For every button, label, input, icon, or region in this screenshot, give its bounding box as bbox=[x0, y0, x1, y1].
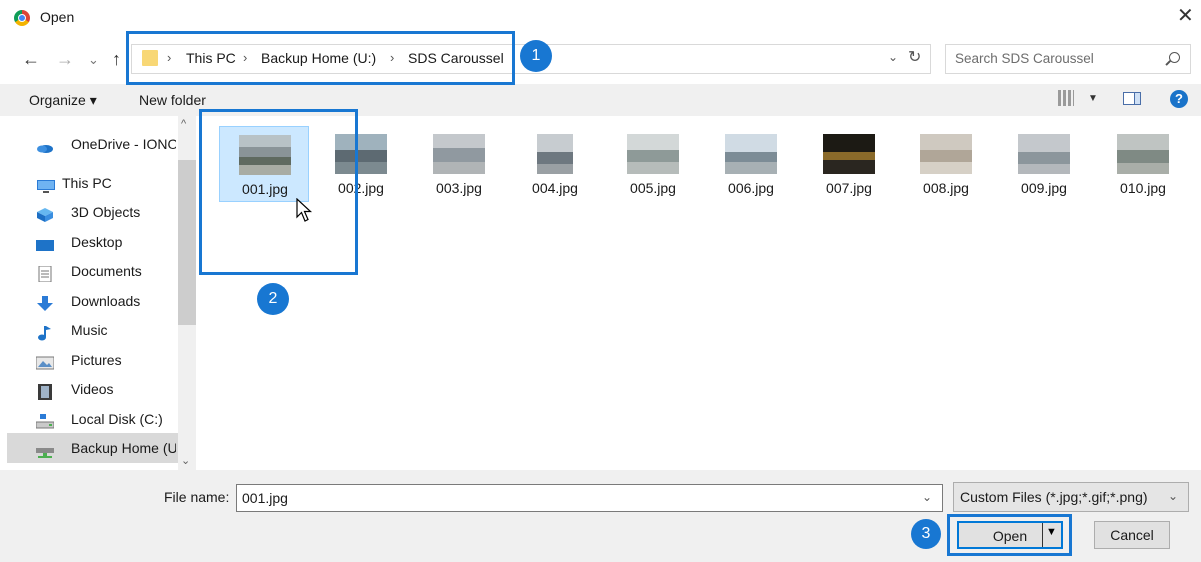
image-thumbnail bbox=[627, 134, 679, 174]
nav-item-downloads[interactable]: Downloads bbox=[36, 287, 176, 315]
image-thumbnail bbox=[1018, 134, 1070, 174]
search-icon[interactable] bbox=[1169, 52, 1180, 63]
nav-item-label: Documents bbox=[71, 263, 142, 279]
step-badge-1: 1 bbox=[520, 40, 552, 72]
file-item[interactable]: 007.jpg bbox=[804, 126, 894, 202]
file-name: 010.jpg bbox=[1120, 180, 1166, 196]
network-drive-icon bbox=[36, 440, 54, 458]
nav-item-label: OneDrive - IONOD bbox=[71, 136, 176, 152]
annotation-highlight-file bbox=[199, 109, 358, 275]
view-dropdown-icon[interactable]: ▼ bbox=[1088, 93, 1098, 104]
this-pc-icon bbox=[36, 175, 55, 193]
chrome-icon bbox=[14, 10, 30, 26]
nav-item-documents[interactable]: Documents bbox=[36, 257, 176, 285]
open-button-label: Open bbox=[992, 528, 1028, 544]
file-item[interactable]: 006.jpg bbox=[706, 126, 796, 202]
music-icon bbox=[36, 322, 54, 341]
address-dropdown-icon[interactable]: ⌄ bbox=[888, 50, 898, 64]
forward-icon[interactable]: → bbox=[56, 50, 74, 68]
window-title: Open bbox=[40, 9, 75, 25]
documents-icon bbox=[36, 263, 54, 283]
scroll-down-icon[interactable]: ⌄ bbox=[181, 454, 190, 467]
nav-item-label: Downloads bbox=[71, 293, 141, 309]
file-name: 007.jpg bbox=[826, 180, 872, 196]
desktop-icon bbox=[36, 234, 54, 251]
nav-scrollbar-thumb[interactable] bbox=[178, 160, 196, 325]
close-icon[interactable]: ✕ bbox=[1177, 6, 1194, 26]
back-icon[interactable]: ← bbox=[22, 50, 40, 68]
file-name-label: File name: bbox=[164, 489, 230, 505]
image-thumbnail bbox=[537, 134, 573, 174]
file-type-value: Custom Files (*.jpg;*.gif;*.png) bbox=[960, 489, 1148, 505]
file-item[interactable]: 005.jpg bbox=[608, 126, 698, 202]
view-options-icon[interactable] bbox=[1058, 90, 1074, 106]
3d-objects-icon bbox=[36, 204, 54, 222]
new-folder-button[interactable]: New folder bbox=[139, 92, 206, 108]
file-name: 005.jpg bbox=[630, 180, 676, 196]
file-name-dropdown-icon[interactable]: ⌄ bbox=[922, 490, 932, 504]
file-name-value: 001.jpg bbox=[242, 490, 288, 506]
nav-item-this-pc[interactable]: This PC bbox=[36, 169, 176, 197]
nav-item-pictures[interactable]: Pictures bbox=[36, 346, 176, 374]
file-item[interactable]: 008.jpg bbox=[901, 126, 991, 202]
file-name: 004.jpg bbox=[532, 180, 578, 196]
local-disk-icon bbox=[36, 411, 55, 429]
organize-button[interactable]: Organize ▾ bbox=[29, 92, 97, 109]
preview-pane-icon[interactable] bbox=[1123, 92, 1141, 105]
image-thumbnail bbox=[725, 134, 777, 174]
open-split-divider bbox=[1042, 523, 1043, 547]
file-name: 008.jpg bbox=[923, 180, 969, 196]
recent-locations-icon[interactable]: ⌄ bbox=[88, 51, 99, 69]
scroll-up-icon[interactable]: ^ bbox=[181, 118, 186, 130]
file-name: 009.jpg bbox=[1021, 180, 1067, 196]
file-name: 006.jpg bbox=[728, 180, 774, 196]
file-item[interactable]: 009.jpg bbox=[999, 126, 1089, 202]
nav-item-backup-home[interactable]: Backup Home (U bbox=[36, 434, 176, 462]
nav-item-label: Backup Home (U bbox=[71, 440, 176, 456]
downloads-icon bbox=[36, 293, 54, 311]
file-name-input[interactable] bbox=[236, 484, 943, 512]
step-badge-2: 2 bbox=[257, 283, 289, 315]
refresh-icon[interactable]: ↻ bbox=[908, 47, 921, 67]
annotation-highlight-address bbox=[126, 31, 515, 85]
file-type-dropdown-icon[interactable]: ⌄ bbox=[1168, 489, 1178, 503]
image-thumbnail bbox=[920, 134, 972, 174]
search-placeholder: Search SDS Caroussel bbox=[955, 51, 1094, 66]
file-item[interactable]: 004.jpg bbox=[510, 126, 600, 202]
file-item[interactable]: 003.jpg bbox=[414, 126, 504, 202]
file-item[interactable]: 010.jpg bbox=[1098, 126, 1188, 202]
nav-item-local-disk[interactable]: Local Disk (C:) bbox=[36, 405, 176, 433]
cancel-button[interactable]: Cancel bbox=[1094, 521, 1170, 549]
nav-item-label: Videos bbox=[71, 381, 114, 397]
nav-item-label: Music bbox=[71, 322, 108, 338]
nav-item-label: Local Disk (C:) bbox=[71, 411, 163, 427]
nav-item-videos[interactable]: Videos bbox=[36, 375, 176, 403]
step-badge-3: 3 bbox=[911, 519, 941, 549]
open-dropdown-icon[interactable]: ▼ bbox=[1046, 526, 1057, 538]
nav-item-desktop[interactable]: Desktop bbox=[36, 228, 176, 256]
onedrive-icon bbox=[36, 136, 54, 153]
help-icon[interactable]: ? bbox=[1170, 90, 1188, 108]
up-icon[interactable]: ↑ bbox=[112, 50, 121, 68]
image-thumbnail bbox=[823, 134, 875, 174]
nav-item-label: This PC bbox=[62, 175, 112, 191]
nav-item-3d-objects[interactable]: 3D Objects bbox=[36, 198, 176, 226]
nav-item-label: Pictures bbox=[71, 352, 122, 368]
videos-icon bbox=[36, 381, 54, 400]
image-thumbnail bbox=[433, 134, 485, 174]
nav-item-music[interactable]: Music bbox=[36, 316, 176, 344]
pictures-icon bbox=[36, 352, 55, 370]
nav-item-onedrive[interactable]: OneDrive - IONOD bbox=[36, 130, 176, 158]
image-thumbnail bbox=[1117, 134, 1169, 174]
nav-item-label: 3D Objects bbox=[71, 204, 141, 220]
nav-item-label: Desktop bbox=[71, 234, 123, 250]
file-name: 003.jpg bbox=[436, 180, 482, 196]
